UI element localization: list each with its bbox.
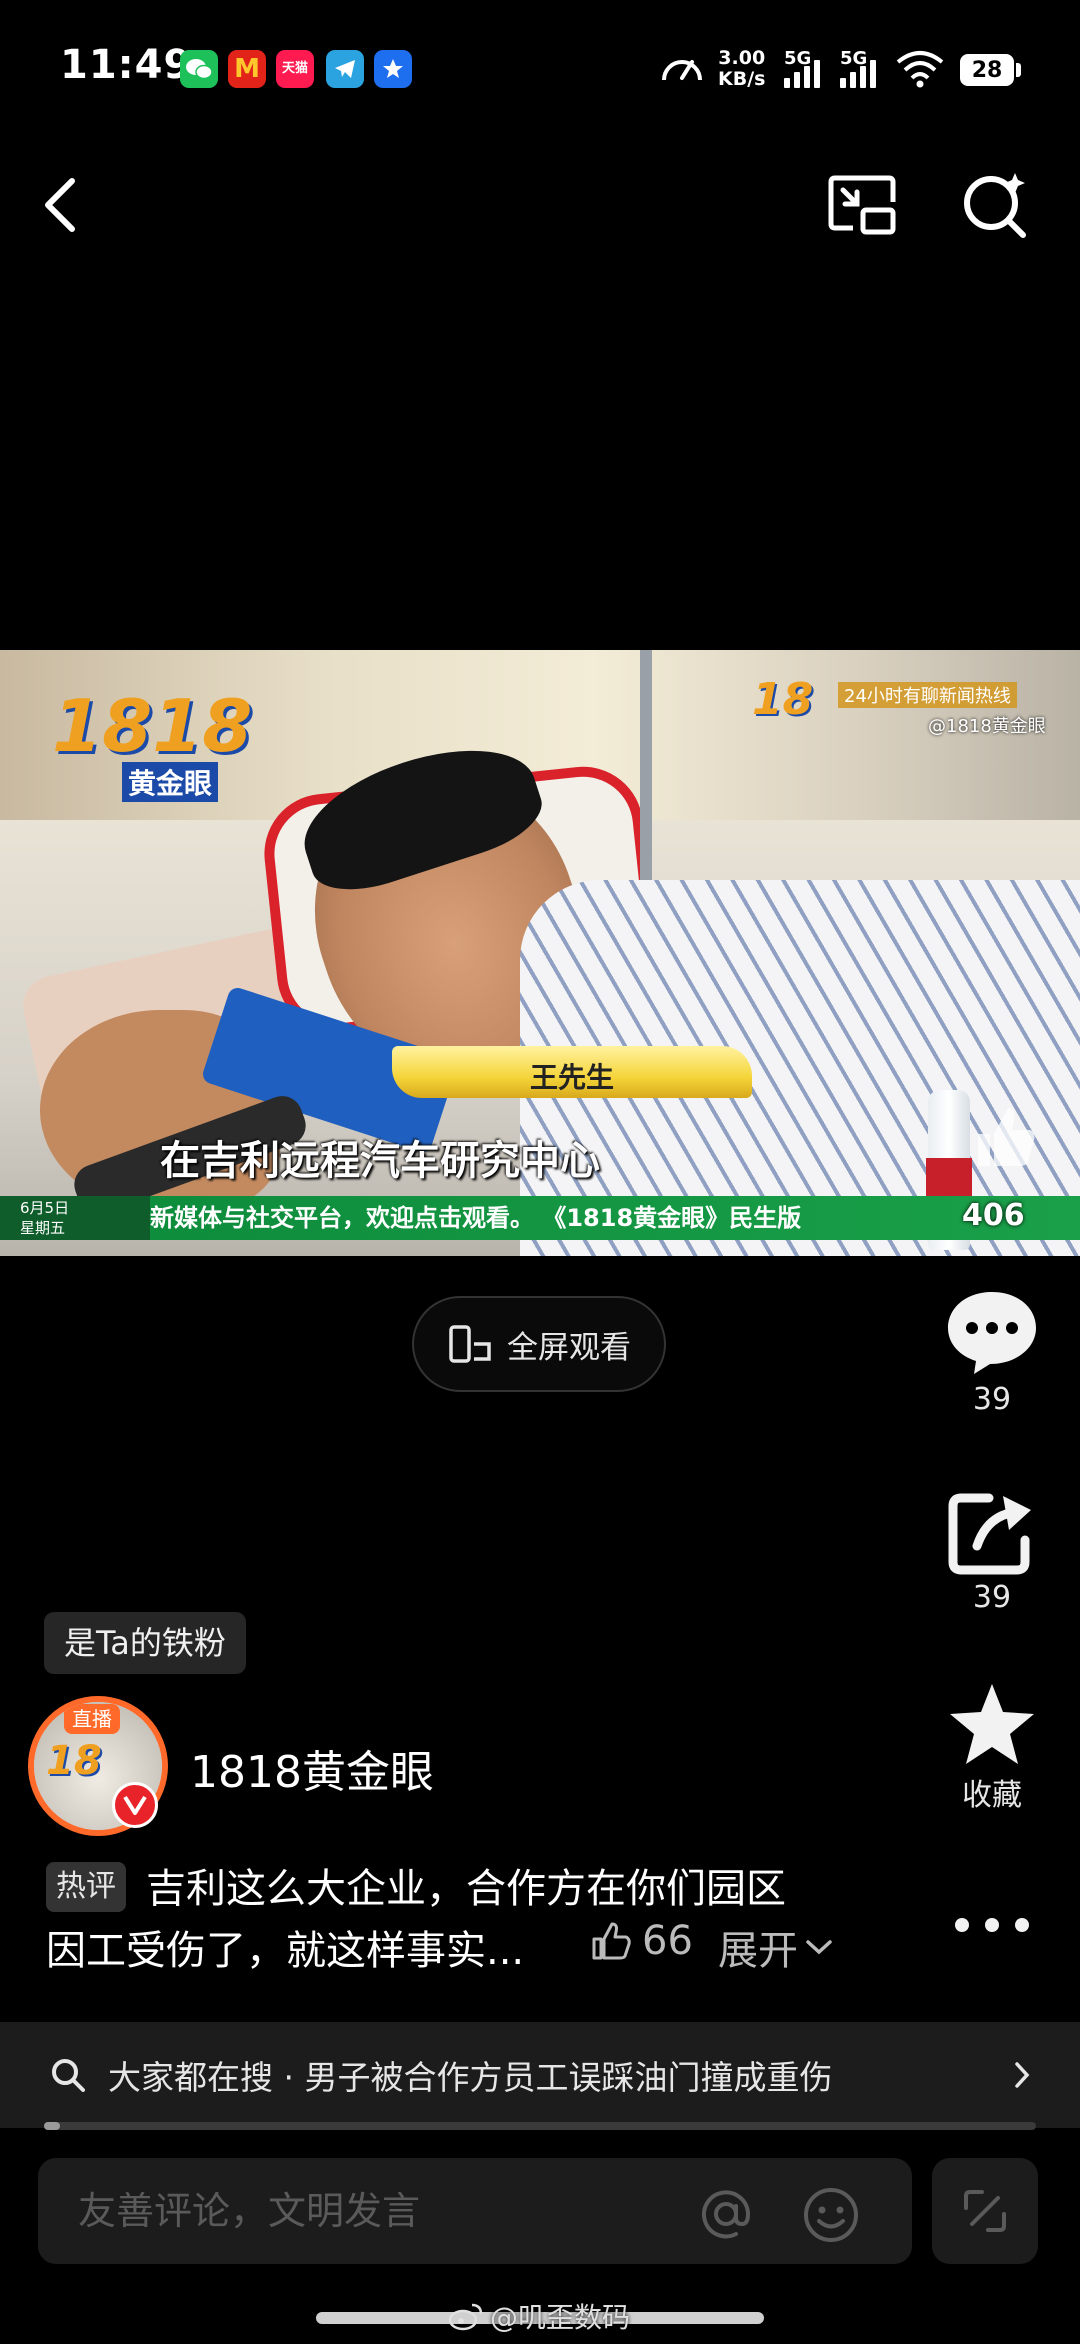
favorite-button[interactable]: 收藏 [922,1680,1062,1814]
share-button[interactable]: 39 [922,1490,1062,1615]
hot-comment-like-button[interactable]: 66 [590,1918,693,1964]
app-store-icon [374,50,412,88]
battery-tip [1016,63,1021,77]
rotate-screen-icon [449,1325,491,1363]
expand-input-button[interactable] [932,2158,1038,2264]
fan-badge: 是Ta的铁粉 [44,1612,246,1674]
search-icon [52,2059,85,2092]
favorite-label: 收藏 [962,1778,1022,1813]
hot-comment-like-count: 66 [642,1918,693,1964]
hot-comment-text-line1[interactable]: 吉利这么大企业，合作方在你们园区 [146,1856,786,1914]
comment-icon [948,1292,1036,1374]
mcdonalds-icon: M [228,50,266,88]
tmall-icon: 天猫 [276,50,314,88]
expand-button[interactable]: 展开 [718,1918,834,1976]
more-button[interactable] [942,1900,1042,1950]
ticker-text: 新媒体与社交平台，欢迎点击观看。 《1818黄金眼》民生版 [150,1204,802,1232]
video-player[interactable]: 1818 黄金眼 18 24小时有聊新闻热线 @1818黄金眼 王先生 在吉利远… [0,650,1080,1256]
weibo-icon [448,2303,483,2331]
picture-in-picture-icon [828,175,896,235]
comment-input[interactable] [76,2188,680,2234]
chevron-right-icon [1015,2062,1030,2088]
ticker-date: 6月5日 星期五 [0,1196,150,1240]
battery-icon: 28 [960,54,1014,86]
hot-comment-text-line2[interactable]: 因工受伤了，就这样事实... [46,1918,524,1976]
signal-1-icon [784,58,820,88]
comments-button[interactable]: 39 [922,1286,1062,1417]
wifi-icon [896,50,944,92]
more-icon [955,1918,1029,1932]
emoji-icon[interactable] [802,2186,860,2244]
clock: 11:49 [60,42,193,88]
picture-in-picture-button[interactable] [818,160,908,250]
avatar-logo: 18 [46,1738,102,1784]
hot-comment-tag: 热评 [46,1862,126,1912]
fullscreen-label: 全屏观看 [507,1329,631,1366]
mention-icon[interactable] [698,2186,754,2242]
expand-label: 展开 [718,1928,798,1974]
verified-badge-icon [112,1782,158,1828]
live-badge: 直播 [64,1704,120,1734]
comments-count: 39 [972,1382,1012,1417]
speaker-name-plate: 王先生 [392,1046,752,1098]
search-suggestion-text: 大家都在搜 · 男子被合作方员工误踩油门撞成重伤 [108,2058,833,2097]
search-suggestion-bar[interactable]: 大家都在搜 · 男子被合作方员工误踩油门撞成重伤 [0,2022,1080,2128]
telegram-icon [326,50,364,88]
video-progress-fill [44,2122,60,2130]
comment-input-box[interactable] [38,2158,912,2264]
thumbs-up-icon [592,1922,631,1960]
channel-logo: 1818 黄金眼 [52,684,253,802]
star-icon [950,1684,1034,1764]
video-progress-track[interactable] [44,2122,1036,2130]
back-button[interactable] [16,160,106,250]
account-name[interactable]: 1818黄金眼 [190,1736,434,1800]
expand-diagonal-icon [964,2190,1006,2232]
share-count: 39 [972,1580,1012,1615]
weibo-watermark: @叽歪数码 [448,2296,630,2336]
signal-2-icon [840,58,876,88]
speedometer-icon [660,48,704,92]
fullscreen-button[interactable]: 全屏观看 [412,1296,666,1392]
search-button[interactable] [950,160,1040,250]
back-icon [45,178,75,232]
broadcast-watermark: 18 24小时有聊新闻热线 @1818黄金眼 [752,674,1046,738]
net-speed: 3.00 KB/s [718,47,766,90]
search-icon [964,173,1026,238]
watermark-text: @叽歪数码 [490,2301,631,2334]
chevron-down-icon [806,1940,832,1955]
like-watermark-icon [968,1100,1040,1172]
share-icon [948,1493,1031,1575]
video-subtitle: 在吉利远程汽车研究中心 [160,1138,600,1184]
ticker-counter: 406 [962,1198,1025,1233]
status-bar: 11:49 M 天猫 3.00 KB/s 5G 5G 28 [0,0,1080,140]
wechat-icon [180,50,218,88]
